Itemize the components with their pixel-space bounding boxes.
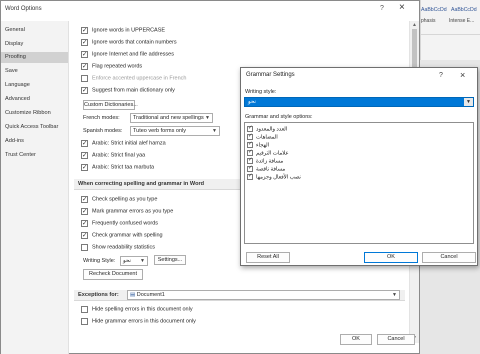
checkbox[interactable] <box>81 139 88 147</box>
list-item[interactable]: العدد والمعدود <box>247 125 287 133</box>
option-flag-repeated-words[interactable]: Flag repeated words <box>81 62 142 71</box>
writing-style-label: Writing style: <box>245 89 277 95</box>
exceptions-document-select[interactable]: ▤ Document1 ▼ <box>127 290 400 300</box>
ribbon-divider <box>421 34 480 35</box>
checkbox[interactable] <box>81 219 88 227</box>
list-item[interactable]: المضاهات <box>247 133 278 141</box>
checkbox[interactable] <box>81 244 88 251</box>
checkbox[interactable] <box>81 195 88 203</box>
checkbox[interactable] <box>81 306 88 313</box>
chevron-down-icon: ▼ <box>212 128 217 134</box>
option-ignore-numbers[interactable]: Ignore words that contain numbers <box>81 38 177 47</box>
french-modes-select[interactable]: Traditional and new spellings ▼ <box>130 113 213 123</box>
checkbox[interactable] <box>81 62 88 70</box>
sidebar-item-general[interactable]: General <box>5 27 25 33</box>
checkbox[interactable] <box>81 318 88 325</box>
option-enforce-accented-uppercase[interactable]: Enforce accented uppercase in French <box>81 75 186 83</box>
list-item[interactable]: علامات الترقيم <box>247 149 289 157</box>
custom-dictionaries-button[interactable]: Custom Dictionaries... <box>83 100 138 110</box>
writing-style-select[interactable]: نحو ▼ <box>120 256 148 266</box>
checkbox[interactable] <box>81 163 88 171</box>
chevron-down-icon: ▼ <box>205 115 210 121</box>
help-button[interactable]: ? <box>439 72 443 79</box>
style-gallery-label: phasis <box>421 18 436 24</box>
spanish-modes-label: Spanish modes: <box>83 128 123 134</box>
checkbox[interactable] <box>81 207 88 215</box>
checkbox[interactable] <box>247 157 253 164</box>
reset-all-button[interactable]: Reset All <box>246 252 290 263</box>
checkbox[interactable] <box>247 133 253 140</box>
option-ignore-internet-addresses[interactable]: Ignore Internet and file addresses <box>81 50 174 59</box>
close-button[interactable]: × <box>399 3 405 13</box>
sidebar-item-customize-ribbon[interactable]: Customize Ribbon <box>5 110 51 116</box>
checkbox[interactable] <box>247 165 253 172</box>
option-confused-words[interactable]: Frequently confused words <box>81 219 158 228</box>
checkbox[interactable] <box>81 231 88 239</box>
checkbox[interactable] <box>81 75 88 82</box>
option-check-grammar-with-spelling[interactable]: Check grammar with spelling <box>81 231 163 240</box>
checkbox[interactable] <box>247 173 253 180</box>
ok-button[interactable]: OK <box>340 334 372 345</box>
recheck-document-button[interactable]: Recheck Document <box>83 269 143 280</box>
checkbox[interactable] <box>247 141 253 148</box>
option-mark-grammar-errors[interactable]: Mark grammar errors as you type <box>81 207 173 216</box>
sidebar-item-quick-access-toolbar[interactable]: Quick Access Toolbar <box>5 124 58 130</box>
checkbox[interactable] <box>81 86 88 94</box>
option-ignore-uppercase[interactable]: Ignore words in UPPERCASE <box>81 26 165 35</box>
chevron-down-icon: ▼ <box>464 98 473 106</box>
chevron-down-icon: ▼ <box>140 258 145 264</box>
option-readability-statistics[interactable]: Show readability statistics <box>81 244 155 252</box>
sidebar-item-trust-center[interactable]: Trust Center <box>5 152 36 158</box>
checkbox[interactable] <box>81 50 88 58</box>
list-item[interactable]: مسافة ناقصة <box>247 165 285 173</box>
option-hide-grammar-errors[interactable]: Hide grammar errors in this document onl… <box>81 318 196 326</box>
option-suggest-main-dictionary[interactable]: Suggest from main dictionary only <box>81 86 175 95</box>
background-ribbon: AaBbCcDd AaBbCcDd phasis Intense E... <box>420 0 480 60</box>
sidebar-item-save[interactable]: Save <box>5 68 18 74</box>
close-button[interactable]: × <box>460 70 465 80</box>
style-gallery-item[interactable]: AaBbCcDd <box>421 7 447 13</box>
chevron-down-icon: ▼ <box>392 292 397 298</box>
checkbox[interactable] <box>81 26 88 34</box>
grammar-options-label: Grammar and style options: <box>245 114 313 120</box>
list-item[interactable]: الهجاء <box>247 141 269 149</box>
sidebar-item-advanced[interactable]: Advanced <box>5 96 30 102</box>
sidebar-item-display[interactable]: Display <box>5 41 23 47</box>
french-modes-label: French modes: <box>83 115 120 121</box>
settings-button[interactable]: Settings... <box>154 255 186 265</box>
checkbox[interactable] <box>81 151 88 159</box>
help-button[interactable]: ? <box>380 5 384 12</box>
style-gallery-label: Intense E... <box>449 18 475 24</box>
list-item[interactable]: مسافة زائدة <box>247 157 283 165</box>
checkbox[interactable] <box>81 38 88 46</box>
checkbox[interactable] <box>247 125 253 132</box>
sidebar-item-add-ins[interactable]: Add-ins <box>5 138 24 144</box>
list-item[interactable]: نصب الأفعال وجزمها <box>247 173 301 181</box>
cancel-button[interactable]: Cancel <box>377 334 415 345</box>
scroll-up-icon[interactable]: ▲ <box>412 22 417 28</box>
grammar-options-list: العدد والمعدود المضاهات الهجاء علامات ال… <box>244 122 474 244</box>
writing-style-select[interactable]: نحو ▼ <box>244 97 474 107</box>
option-arabic-final-yaa[interactable]: Arabic: Strict final yaa <box>81 151 145 160</box>
spanish-modes-select[interactable]: Tuteo verb forms only ▼ <box>130 126 220 136</box>
option-check-spelling[interactable]: Check spelling as you type <box>81 195 157 204</box>
dialog-title: Grammar Settings <box>246 72 295 78</box>
option-arabic-alef-hamza[interactable]: Arabic: Strict initial alef hamza <box>81 139 166 148</box>
style-gallery-item[interactable]: AaBbCcDd <box>451 7 477 13</box>
option-hide-spelling-errors[interactable]: Hide spelling errors in this document on… <box>81 306 193 314</box>
options-sidebar: General Display Proofing Save Language A… <box>1 21 69 354</box>
checkbox[interactable] <box>247 149 253 156</box>
cancel-button[interactable]: Cancel <box>422 252 476 263</box>
ok-button[interactable]: OK <box>364 252 418 263</box>
dialog-title: Word Options <box>5 6 42 12</box>
sidebar-item-proofing[interactable]: Proofing <box>1 52 68 63</box>
grammar-settings-dialog: Grammar Settings ? × Writing style: نحو … <box>240 67 478 266</box>
document-icon: ▤ <box>130 292 137 298</box>
writing-style-label: Writing Style: <box>83 258 116 264</box>
option-arabic-taa-marbuta[interactable]: Arabic: Strict taa marbuta <box>81 163 154 172</box>
sidebar-item-language[interactable]: Language <box>5 82 30 88</box>
